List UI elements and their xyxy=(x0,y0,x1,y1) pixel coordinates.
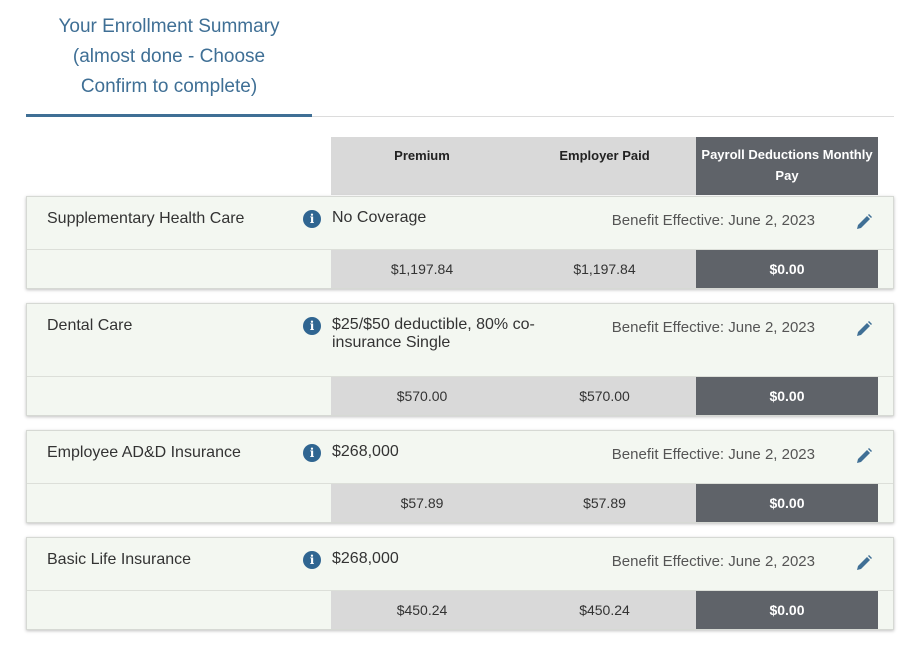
tab-label-line: Your Enrollment Summary xyxy=(58,16,280,37)
tab-enrollment-summary[interactable]: Your Enrollment Summary (almost done - C… xyxy=(26,10,312,117)
employer-paid-amount: $57.89 xyxy=(513,484,696,522)
benefit-name: Dental Care xyxy=(47,317,133,334)
benefit-effective-date: Benefit Effective: June 2, 2023 xyxy=(611,553,815,570)
premium-column-header: Premium xyxy=(331,137,513,195)
info-icon[interactable]: i xyxy=(303,551,321,569)
employer-paid-amount: $1,197.84 xyxy=(513,250,696,288)
enrollment-tabs: Your Enrollment Summary (almost done - C… xyxy=(26,10,894,117)
benefit-card-basic-life-insurance: Basic Life Insurance i $268,000 Benefit … xyxy=(26,537,894,630)
benefit-summary-row: Employee AD&D Insurance i $268,000 Benef… xyxy=(27,431,893,484)
coverage-level: $268,000 xyxy=(332,550,399,567)
benefit-summary-row: Supplementary Health Care i No Coverage … xyxy=(27,197,893,250)
benefit-effective-date: Benefit Effective: June 2, 2023 xyxy=(611,446,815,463)
benefit-card-employee-add-insurance: Employee AD&D Insurance i $268,000 Benef… xyxy=(26,430,894,523)
benefit-name: Employee AD&D Insurance xyxy=(47,444,241,461)
benefit-effective-date: Benefit Effective: June 2, 2023 xyxy=(611,212,815,229)
benefit-cost-row: $57.89 $57.89 $0.00 xyxy=(27,484,893,522)
coverage-level: $268,000 xyxy=(332,443,399,460)
pencil-icon[interactable] xyxy=(853,552,875,574)
info-icon[interactable]: i xyxy=(303,444,321,462)
premium-amount: $1,197.84 xyxy=(331,250,513,288)
benefit-effective-date: Benefit Effective: June 2, 2023 xyxy=(611,319,815,336)
premium-amount: $450.24 xyxy=(331,591,513,629)
payroll-deductions-column-header: Payroll Deductions Monthly Pay xyxy=(696,137,878,195)
cost-column-header: Premium Employer Paid Payroll Deductions… xyxy=(331,137,878,195)
benefit-cost-row: $450.24 $450.24 $0.00 xyxy=(27,591,893,629)
pencil-icon[interactable] xyxy=(853,445,875,467)
employer-paid-amount: $570.00 xyxy=(513,377,696,415)
coverage-level: $25/$50 deductible, 80% co-insurance Sin… xyxy=(332,316,535,351)
payroll-deduction-amount: $0.00 xyxy=(696,484,878,522)
benefit-card-dental-care: Dental Care i $25/$50 deductible, 80% co… xyxy=(26,303,894,416)
pencil-icon[interactable] xyxy=(853,211,875,233)
benefit-card-supplementary-health: Supplementary Health Care i No Coverage … xyxy=(26,196,894,289)
pencil-icon[interactable] xyxy=(853,318,875,340)
tab-label-line: Confirm to complete) xyxy=(80,76,258,97)
tab-label-line: (almost done - Choose xyxy=(72,46,266,67)
benefit-name: Supplementary Health Care xyxy=(47,210,245,227)
premium-amount: $570.00 xyxy=(331,377,513,415)
info-icon[interactable]: i xyxy=(303,317,321,335)
benefit-cost-row: $570.00 $570.00 $0.00 xyxy=(27,377,893,415)
employer-paid-amount: $450.24 xyxy=(513,591,696,629)
info-icon[interactable]: i xyxy=(303,210,321,228)
employer-paid-column-header: Employer Paid xyxy=(513,137,696,195)
payroll-deduction-amount: $0.00 xyxy=(696,250,878,288)
payroll-deduction-amount: $0.00 xyxy=(696,377,878,415)
benefit-summary-row: Basic Life Insurance i $268,000 Benefit … xyxy=(27,538,893,591)
benefit-cost-row: $1,197.84 $1,197.84 $0.00 xyxy=(27,250,893,288)
benefit-summary-row: Dental Care i $25/$50 deductible, 80% co… xyxy=(27,304,893,377)
premium-amount: $57.89 xyxy=(331,484,513,522)
coverage-level: No Coverage xyxy=(332,209,427,226)
benefit-name: Basic Life Insurance xyxy=(47,551,192,568)
payroll-deduction-amount: $0.00 xyxy=(696,591,878,629)
